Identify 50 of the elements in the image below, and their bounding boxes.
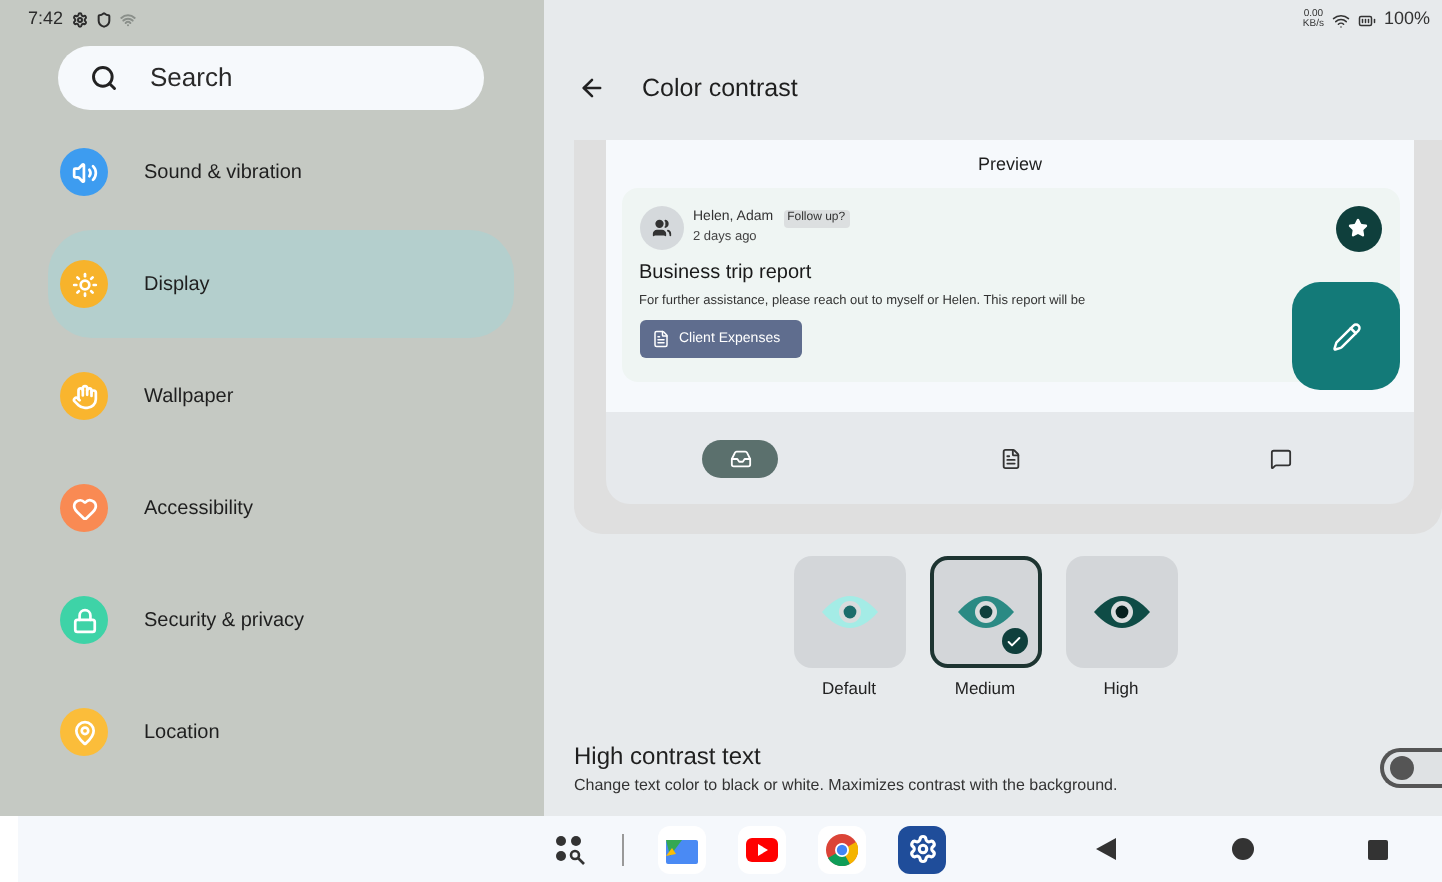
sidebar-item[interactable]: Accessibility <box>48 454 514 562</box>
eye-icon <box>819 592 879 632</box>
eye-icon <box>1091 592 1151 632</box>
sidebar-item[interactable]: Wallpaper <box>48 342 514 450</box>
search-field[interactable]: Search <box>150 58 430 98</box>
nav-tab[interactable] <box>702 439 778 477</box>
preview-title: Preview <box>977 152 1042 178</box>
star-icon <box>1348 218 1368 238</box>
sidebar-item[interactable]: Display <box>48 230 514 338</box>
pencil-icon <box>1331 321 1361 351</box>
star-button[interactable] <box>1335 205 1381 251</box>
app-drawer-icon[interactable] <box>554 833 586 865</box>
option-label: Default <box>822 676 876 702</box>
recents-icon[interactable] <box>1368 839 1388 859</box>
eye-icon <box>955 592 1015 632</box>
shield-icon <box>95 12 112 28</box>
toggle-switch[interactable] <box>1380 747 1442 788</box>
browser-app-icon[interactable] <box>818 825 866 873</box>
inbox-icon <box>729 447 751 469</box>
setting-description: Change text color to black or white. Maximizes contrast with the background. <box>574 773 1120 798</box>
setting-title: High contrast text <box>574 739 763 774</box>
document-icon <box>999 447 1021 469</box>
document-icon <box>651 330 669 349</box>
page-title: Color contrast <box>642 71 798 106</box>
gear-icon <box>71 12 88 28</box>
files-app-icon[interactable] <box>658 825 706 873</box>
search-icon <box>90 64 118 92</box>
sidebar-item[interactable]: Sound & vibration <box>48 118 514 226</box>
contrast-option[interactable] <box>929 556 1041 668</box>
video-app-icon[interactable] <box>738 825 786 873</box>
contrast-option[interactable] <box>1065 556 1177 668</box>
home-icon[interactable] <box>1232 838 1254 860</box>
option-label: High <box>1103 676 1139 702</box>
battery-level: 100% <box>1383 6 1430 33</box>
edit-fab[interactable] <box>1292 282 1400 390</box>
sidebar-item[interactable]: Security & privacy <box>48 566 514 674</box>
option-label: Medium <box>954 676 1016 702</box>
gear-icon <box>907 834 937 864</box>
settings-app-icon[interactable] <box>898 825 946 873</box>
sidebar-item[interactable]: Location <box>48 678 514 786</box>
wifi-icon <box>1331 11 1350 29</box>
search-bar[interactable]: Search <box>58 46 484 110</box>
battery-icon <box>1357 11 1376 29</box>
wifi-icon <box>119 12 136 28</box>
check-icon <box>1001 628 1027 654</box>
chat-icon <box>1269 447 1291 469</box>
email-subject: Business trip report <box>639 259 814 287</box>
back-icon[interactable] <box>1096 838 1116 860</box>
clock-time: 7:42 <box>28 6 64 33</box>
avatar-icon <box>639 206 683 250</box>
